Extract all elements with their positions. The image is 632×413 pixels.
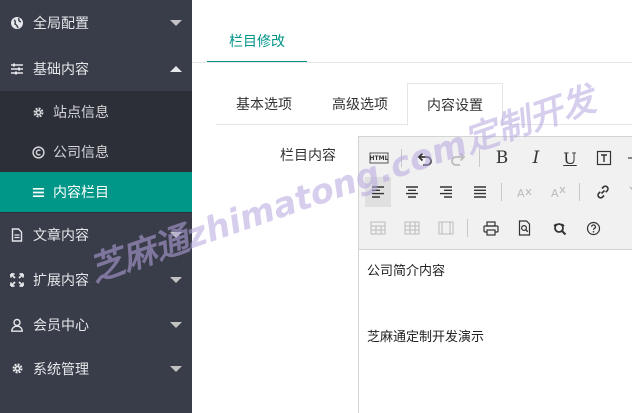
editor-toolbar: HTML B I U A A: [359, 137, 632, 250]
chevron-down-icon: [170, 276, 182, 283]
copyright-icon: [31, 145, 45, 159]
sidebar-item-member-center[interactable]: 会员中心: [0, 302, 192, 347]
svg-text:A: A: [551, 187, 559, 199]
unlink-icon[interactable]: [623, 181, 632, 203]
sidebar-item-label: 会员中心: [33, 317, 89, 334]
file-icon: [10, 227, 24, 242]
sidebar-item-label: 基础内容: [33, 61, 89, 78]
preview-icon[interactable]: [514, 217, 536, 239]
sidebar-item-label: 公司信息: [53, 145, 109, 161]
text-box-icon[interactable]: [593, 147, 615, 169]
sidebar: 全局配置 基础内容 站点信息 公司信息 内容栏目 文章内容 扩展内容 会员中心 …: [0, 0, 192, 413]
expand-icon: [10, 272, 24, 287]
align-left-icon[interactable]: [365, 177, 391, 207]
superscript-icon[interactable]: A: [514, 181, 536, 203]
align-center-icon[interactable]: [401, 181, 423, 203]
table-merge-icon[interactable]: [435, 217, 457, 239]
chevron-down-icon: [170, 365, 182, 372]
underline-button[interactable]: U: [559, 147, 581, 169]
globe-icon: [10, 16, 24, 30]
list-icon: [31, 185, 45, 199]
sidebar-item-extended-content[interactable]: 扩展内容: [0, 257, 192, 302]
table-cell-icon[interactable]: [401, 217, 423, 239]
sidebar-item-label: 扩展内容: [33, 272, 89, 289]
sidebar-item-content-columns[interactable]: 内容栏目: [0, 172, 192, 212]
toolbar-separator: [467, 219, 468, 237]
toolbar-separator: [401, 149, 402, 167]
align-right-icon[interactable]: [435, 181, 457, 203]
content-line: 芝麻通定制开发演示: [367, 330, 485, 345]
rich-text-editor[interactable]: HTML B I U A A 公司简介内容 芝麻通定制开发演示: [358, 136, 632, 413]
sidebar-item-system-management[interactable]: 系统管理: [0, 346, 192, 391]
align-justify-icon[interactable]: [469, 181, 491, 203]
svg-text:A: A: [517, 187, 525, 199]
sidebar-item-article-content[interactable]: 文章内容: [0, 212, 192, 257]
tab-column-edit[interactable]: 栏目修改: [207, 20, 307, 63]
chevron-down-icon: [170, 19, 182, 26]
sidebar-item-label: 文章内容: [33, 227, 89, 244]
gear-icon: [31, 105, 45, 119]
print-icon[interactable]: [480, 217, 502, 239]
column-content-label: 栏目内容: [280, 148, 336, 164]
html-source-button[interactable]: HTML: [367, 147, 391, 169]
tab-advanced-options[interactable]: 高级选项: [312, 83, 408, 125]
more-icon[interactable]: [621, 147, 632, 169]
redo-icon[interactable]: [447, 147, 469, 169]
help-icon[interactable]: [582, 217, 604, 239]
table-icon[interactable]: [367, 217, 389, 239]
sidebar-item-company-info[interactable]: 公司信息: [0, 132, 192, 172]
editor-content[interactable]: 公司简介内容 芝麻通定制开发演示: [367, 261, 484, 349]
sliders-icon: [10, 62, 24, 76]
sidebar-item-label: 内容栏目: [53, 185, 109, 201]
sidebar-item-label: 全局配置: [33, 15, 89, 32]
toolbar-separator: [501, 183, 502, 201]
chevron-down-icon: [170, 231, 182, 238]
divider: [192, 62, 632, 63]
chevron-up-icon: [170, 65, 182, 72]
sidebar-item-basic-content[interactable]: 基础内容: [0, 46, 192, 91]
content-line: [367, 283, 484, 327]
submenu: 站点信息 公司信息 内容栏目: [0, 91, 192, 213]
subscript-icon[interactable]: A: [548, 181, 570, 203]
toolbar-separator: [579, 183, 580, 201]
undo-icon[interactable]: [413, 147, 435, 169]
sidebar-item-global-config[interactable]: 全局配置: [0, 0, 192, 45]
content-line: 公司简介内容: [367, 264, 446, 279]
bold-button[interactable]: B: [491, 147, 513, 169]
main-content: 栏目修改 基本选项 高级选项 内容设置 栏目内容 HTML B I U A A …: [192, 0, 632, 413]
tab-basic-options[interactable]: 基本选项: [216, 83, 312, 125]
settings-tabs: 基本选项 高级选项 内容设置: [216, 83, 632, 126]
sidebar-item-label: 站点信息: [53, 105, 109, 121]
search-replace-icon[interactable]: [548, 217, 570, 239]
italic-button[interactable]: I: [525, 147, 547, 169]
chevron-down-icon: [170, 321, 182, 328]
user-icon: [10, 318, 24, 332]
sidebar-item-site-info[interactable]: 站点信息: [0, 92, 192, 132]
toolbar-separator: [479, 149, 480, 167]
gear-icon: [10, 362, 24, 376]
link-icon[interactable]: [592, 181, 614, 203]
tab-content-settings[interactable]: 内容设置: [407, 83, 503, 126]
sidebar-item-label: 系统管理: [33, 361, 89, 378]
